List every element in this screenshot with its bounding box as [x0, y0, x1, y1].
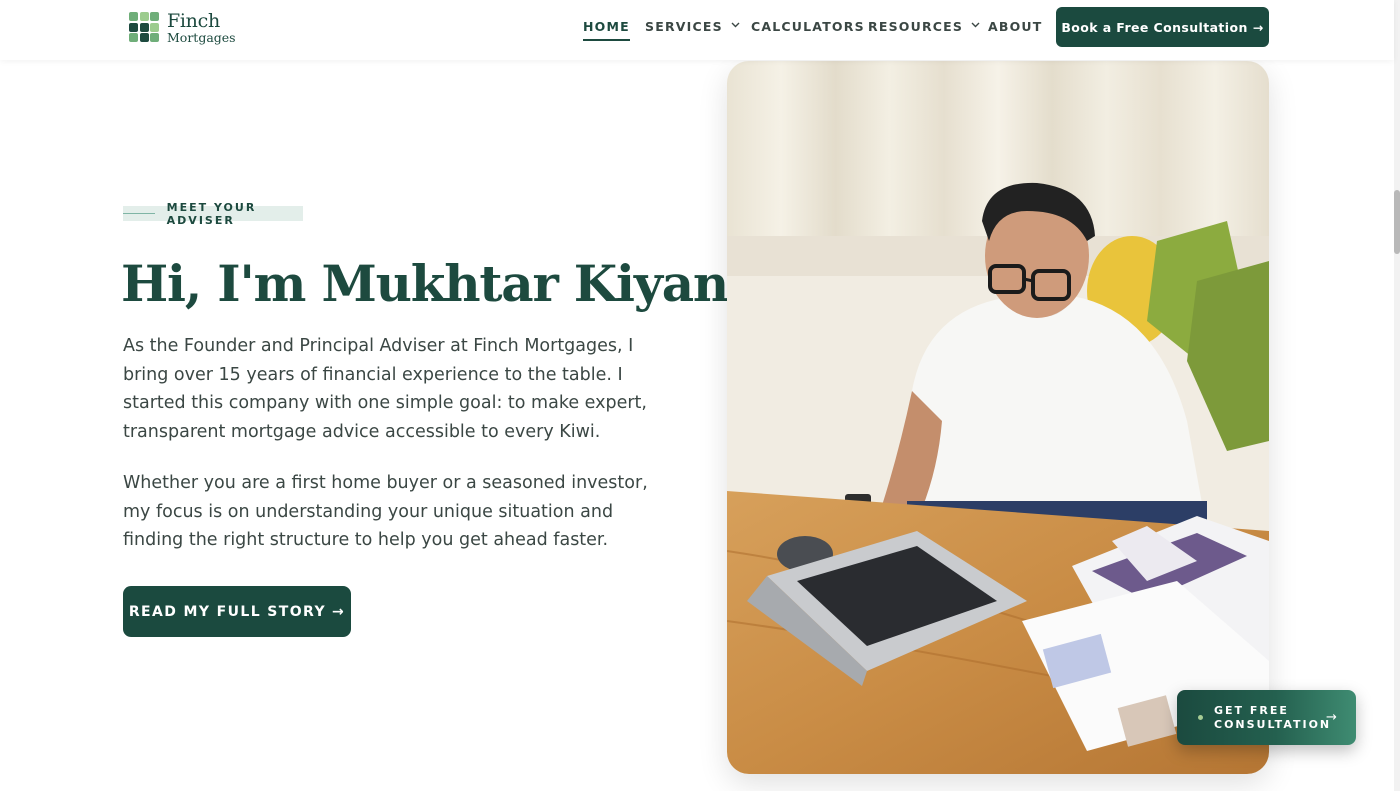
focus-paragraph: Whether you are a first home buyer or a … — [123, 473, 648, 550]
book-consultation-button[interactable]: Book a Free Consultation → — [1056, 7, 1269, 47]
adviser-photo — [727, 61, 1269, 774]
logo-mark-icon — [129, 12, 161, 44]
logo-subtitle: Mortgages — [167, 30, 236, 45]
chevron-down-icon — [731, 21, 740, 31]
scrollbar[interactable] — [1394, 0, 1400, 791]
logo-text: Finch Mortgages — [167, 12, 236, 45]
get-free-consultation-button[interactable]: GET FREE CONSULTATION → — [1177, 690, 1356, 745]
nav-about[interactable]: ABOUT — [988, 19, 1043, 34]
nav-resources-label: RESOURCES — [868, 19, 964, 34]
nav-services[interactable]: SERVICES — [645, 19, 740, 34]
arrow-right-icon: → — [1326, 710, 1337, 725]
read-full-story-button[interactable]: READ MY FULL STORY → — [123, 586, 351, 637]
adviser-photo-illustration — [727, 61, 1269, 774]
page-title: Hi, I'm Mukhtar Kiyani. — [121, 254, 763, 313]
nav-home[interactable]: HOME — [583, 19, 630, 41]
nav-calculators-label: CALCULATORS — [751, 19, 865, 34]
read-full-story-label: READ MY FULL STORY — [128, 603, 326, 620]
nav-resources[interactable]: RESOURCES — [868, 19, 980, 34]
intro-paragraph: As the Founder and Principal Adviser at … — [123, 336, 647, 442]
nav-home-label: HOME — [583, 19, 630, 34]
nav-about-label: ABOUT — [988, 19, 1043, 34]
site-header: Finch Mortgages HOME SERVICES CALCULATOR… — [0, 0, 1394, 60]
book-consultation-label: Book a Free Consultation — [1061, 19, 1248, 35]
scrollbar-thumb[interactable] — [1394, 190, 1400, 254]
eyebrow-line — [123, 212, 155, 215]
status-dot-icon — [1198, 715, 1203, 720]
logo[interactable]: Finch Mortgages — [129, 12, 236, 45]
get-free-consultation-label: GET FREE CONSULTATION — [1214, 703, 1332, 731]
chevron-down-icon — [971, 21, 980, 31]
eyebrow-text: MEET YOUR ADVISER — [166, 200, 257, 227]
eyebrow: MEET YOUR ADVISER — [123, 201, 303, 227]
nav-calculators[interactable]: CALCULATORS — [751, 19, 865, 34]
arrow-right-icon: → — [332, 603, 346, 620]
logo-name: Finch — [167, 10, 220, 32]
arrow-right-icon: → — [1252, 19, 1264, 35]
nav-services-label: SERVICES — [645, 19, 723, 34]
